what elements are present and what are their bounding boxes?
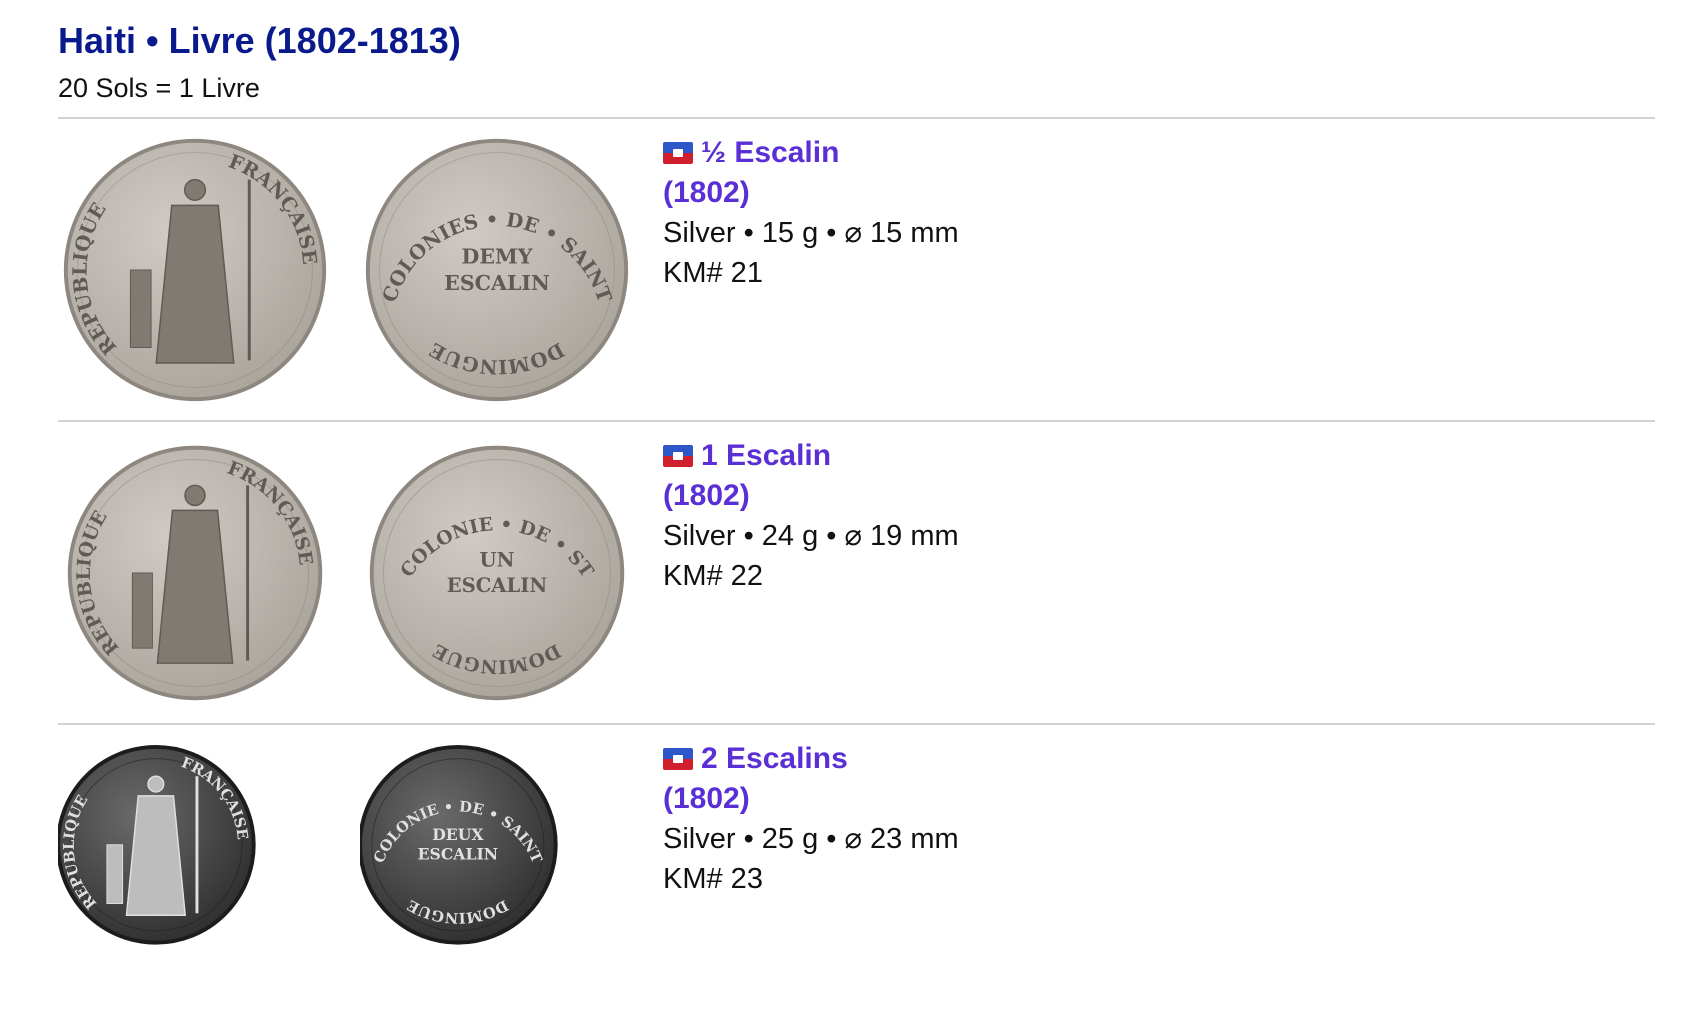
haiti-flag-icon	[663, 142, 693, 164]
haiti-flag-icon	[663, 748, 693, 770]
coin-obverse-image[interactable]: REPUBLIQUEFRANÇAISE	[58, 743, 332, 1017]
coin-name-link[interactable]: 1 Escalin	[701, 439, 831, 473]
page-subtitle: 20 Sols = 1 Livre	[58, 73, 260, 103]
coin-specs: Silver • 25 g • ⌀ 23 mm	[663, 823, 959, 855]
coin-km-number: KM# 22	[663, 560, 763, 592]
coin-specs: Silver • 24 g • ⌀ 19 mm	[663, 520, 959, 552]
coin-year-link[interactable]: (1802)	[663, 779, 1363, 819]
coin-row: REPUBLIQUE FRANÇAISE COLONIE • DE • ST DOM…	[58, 420, 1655, 723]
coin-km-number: KM# 21	[663, 257, 763, 289]
coin-row: REPUBLIQUE FRANÇAISE COLONIE • DE • SAINT…	[58, 723, 1655, 1026]
coin-center-text: DEUX	[432, 825, 484, 844]
coin-center-text: DEMY	[462, 245, 533, 269]
coin-reverse-image[interactable]: COLONIE • DE • SAINTDOMINGUEDEUXESCALIN	[360, 743, 634, 1017]
coin-title-line: 1 Escalin	[663, 436, 1363, 476]
page: Haiti • Livre (1802-1813) 20 Sols = 1 Li…	[0, 0, 1682, 1024]
coin-list: REPUBLIQUE FRANÇAISE COLONIES • DE • SAIN…	[58, 117, 1655, 1026]
page-title: Haiti • Livre (1802-1813)	[58, 20, 461, 61]
haiti-flag-icon	[663, 445, 693, 467]
coin-title-line: 2 Escalins	[663, 739, 1363, 779]
page-header: Haiti • Livre (1802-1813) 20 Sols = 1 Li…	[58, 16, 1658, 106]
coin-center-text: ESCALIN	[447, 574, 548, 597]
coin-row: REPUBLIQUE FRANÇAISE COLONIES • DE • SAIN…	[58, 117, 1655, 420]
coin-year-link[interactable]: (1802)	[663, 476, 1363, 516]
coin-year-link[interactable]: (1802)	[663, 173, 1363, 213]
coin-reverse-image[interactable]: COLONIE • DE • STDOMINGUEUNESCALIN	[360, 436, 634, 710]
coin-info: 2 Escalins (1802) Silver • 25 g • ⌀ 23 m…	[663, 739, 1363, 899]
coin-name-link[interactable]: 2 Escalins	[701, 742, 848, 776]
coin-specs: Silver • 15 g • ⌀ 15 mm	[663, 217, 959, 249]
coin-obverse-image[interactable]: REPUBLIQUEFRANÇAISE	[58, 436, 332, 710]
coin-title-line: ½ Escalin	[663, 133, 1363, 173]
coin-km-number: KM# 23	[663, 863, 763, 895]
coin-center-text: ESCALIN	[418, 845, 498, 864]
coin-info: ½ Escalin (1802) Silver • 15 g • ⌀ 15 mm…	[663, 133, 1363, 293]
coin-reverse-image[interactable]: COLONIES • DE • SAINTDOMINGUEDEMYESCALIN	[360, 133, 634, 407]
coin-name-link[interactable]: ½ Escalin	[701, 136, 839, 170]
coin-info: 1 Escalin (1802) Silver • 24 g • ⌀ 19 mm…	[663, 436, 1363, 596]
coin-obverse-image[interactable]: REPUBLIQUEFRANÇAISE	[58, 133, 332, 407]
coin-center-text: ESCALIN	[444, 271, 550, 295]
coin-center-text: UN	[480, 549, 515, 572]
